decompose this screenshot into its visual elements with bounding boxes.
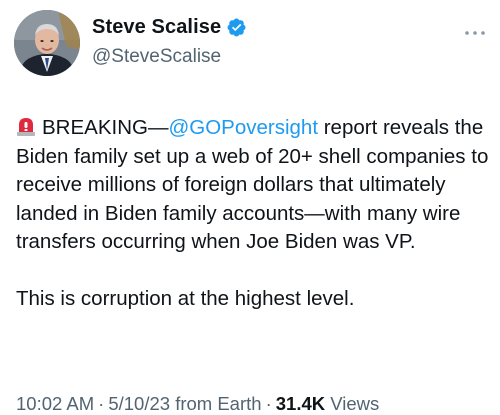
views-count: 31.4K [275, 393, 326, 414]
verified-badge-icon [226, 17, 247, 38]
tweet-text: BREAKING—@GOPoversight report reveals th… [16, 114, 494, 314]
views-label: Views [330, 393, 380, 414]
tweet-card: Steve Scalise @SteveScalise BREAKING—@GO… [0, 0, 500, 415]
tweet-paragraph-2: This is corruption at the highest level. [16, 287, 355, 310]
tweet-time[interactable]: 10:02 AM [16, 393, 94, 414]
tweet-text-prefix: BREAKING— [42, 116, 169, 139]
mention-link[interactable]: @GOPoversight [168, 116, 318, 139]
meta-separator: · [265, 393, 272, 414]
display-name-row: Steve Scalise [92, 14, 247, 40]
author-block: Steve Scalise @SteveScalise [92, 14, 247, 68]
more-horizontal-icon[interactable] [464, 24, 486, 35]
meta-separator: · [98, 393, 105, 414]
avatar-image [14, 10, 80, 76]
tweet-date[interactable]: 5/10/23 from Earth [108, 393, 261, 414]
rotating-light-icon [16, 116, 36, 137]
display-name[interactable]: Steve Scalise [92, 16, 221, 39]
author-handle[interactable]: @SteveScalise [92, 46, 247, 68]
tweet-meta: 10:02 AM · 5/10/23 from Earth · 31.4K Views [16, 393, 379, 415]
avatar[interactable] [14, 10, 80, 76]
tweet-paragraph-1: BREAKING—@GOPoversight report reveals th… [16, 114, 494, 257]
